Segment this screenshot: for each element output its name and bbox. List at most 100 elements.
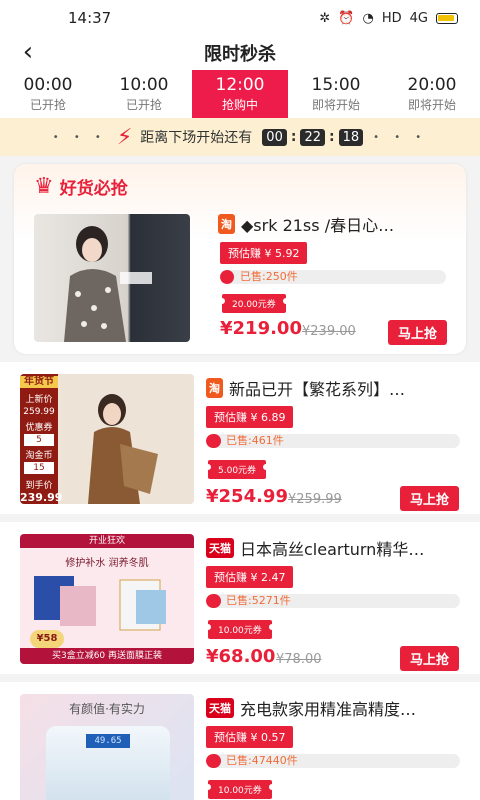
countdown-colon: : bbox=[329, 129, 335, 145]
slot-time: 00:00 bbox=[23, 75, 73, 95]
product-title[interactable]: 天猫 充电款家用精准高精度… bbox=[206, 696, 460, 720]
back-arrow-icon[interactable]: ‹ bbox=[16, 38, 40, 66]
buy-now-button[interactable]: 马上抢 bbox=[400, 646, 460, 671]
tab-slot-1000[interactable]: 10:00 已开抢 bbox=[96, 70, 192, 118]
slot-status: 即将开始 bbox=[407, 98, 456, 112]
nav-bar: ‹ 限时秒杀 bbox=[0, 36, 480, 70]
earn-badge: 预估赚 ¥ 6.89 bbox=[206, 406, 294, 428]
battery-icon bbox=[436, 12, 458, 24]
countdown-seconds: 18 bbox=[338, 128, 364, 146]
promo-price-strip: 年货节 上新价 259.99 优惠券 5 淘金币 15 到手价 239.99 bbox=[20, 374, 62, 504]
tab-slot-1200[interactable]: 12:00 抢购中 bbox=[192, 70, 288, 118]
promo-value: 259.99 bbox=[23, 407, 55, 417]
tmall-tag: 天猫 bbox=[206, 538, 234, 558]
product-image[interactable]: 开业狂欢 修护补水 润养冬肌 ¥58 买3盒立减60 再送面膜正装 bbox=[20, 534, 194, 664]
product-title[interactable]: 淘 ◆srk 21ss /春日心… bbox=[218, 212, 450, 236]
coupon-badge: 5.00元券 bbox=[204, 460, 270, 479]
product-card[interactable]: 年货节 上新价 259.99 优惠券 5 淘金币 15 到手价 239.99 淘… bbox=[0, 362, 480, 514]
product-price: ¥68.00 bbox=[206, 646, 276, 667]
scale-display: 49.65 bbox=[86, 734, 130, 748]
sold-progress-fill bbox=[220, 270, 234, 284]
slot-time: 12:00 bbox=[215, 75, 265, 95]
featured-title: 好货必抢 bbox=[59, 179, 128, 199]
coupon-badge: 10.00元券 bbox=[205, 620, 275, 639]
sold-progress-fill bbox=[206, 434, 222, 448]
earn-badge: 预估赚 ¥ 2.47 bbox=[206, 566, 294, 588]
original-price: ¥259.99 bbox=[288, 492, 342, 507]
slot-status: 已开抢 bbox=[125, 98, 162, 112]
buy-now-button[interactable]: 马上抢 bbox=[400, 486, 460, 511]
status-time: 14:37 bbox=[68, 9, 112, 27]
tab-slot-2000[interactable]: 20:00 即将开始 bbox=[384, 70, 480, 118]
product-title-text: ◆srk 21ss /春日心… bbox=[241, 216, 395, 235]
tab-slot-0000[interactable]: 00:00 已开抢 bbox=[0, 70, 96, 118]
sold-label: 已售:461件 bbox=[226, 434, 284, 447]
sold-progress-fill bbox=[206, 754, 222, 768]
coupon-badge: 20.00元券 bbox=[219, 294, 289, 313]
slot-status: 已开抢 bbox=[29, 98, 66, 112]
product-title[interactable]: 天猫 日本高丝clearturn精华… bbox=[206, 536, 460, 560]
alarm-icon: ⏰ bbox=[338, 10, 355, 26]
slot-time: 15:00 bbox=[311, 75, 361, 95]
woman-floral-dress-photo bbox=[64, 226, 152, 342]
product-price: ¥219.00 bbox=[220, 318, 302, 339]
page-title: 限时秒杀 bbox=[204, 44, 276, 65]
product-image[interactable]: 有颜值·有实力 49.65 bbox=[20, 694, 194, 800]
earn-badge: 预估赚 ¥ 5.92 bbox=[220, 242, 308, 264]
coupon-badge: 10.00元券 bbox=[205, 780, 275, 799]
promo-label: 优惠券 bbox=[25, 423, 53, 433]
product-price: ¥254.99 bbox=[206, 486, 288, 507]
product-image[interactable] bbox=[34, 214, 190, 342]
slot-time: 20:00 bbox=[407, 75, 457, 95]
product-card[interactable]: 有颜值·有实力 49.65 天猫 充电款家用精准高精度… 预估赚 ¥ 0.57 … bbox=[0, 682, 480, 800]
tmall-tag: 天猫 bbox=[206, 698, 234, 718]
product-title-text: 新品已开【繁花系列】… bbox=[229, 380, 406, 399]
countdown-minutes: 22 bbox=[300, 128, 325, 146]
promo-bottom-strip: 买3盒立减60 再送面膜正装 bbox=[20, 648, 194, 664]
promo-price-badge: ¥58 bbox=[30, 630, 64, 648]
product-image[interactable]: 年货节 上新价 259.99 优惠券 5 淘金币 15 到手价 239.99 bbox=[20, 374, 194, 504]
sold-progress: 已售:5271件 bbox=[206, 594, 460, 608]
countdown-hours: 00 bbox=[262, 128, 287, 146]
sold-progress-fill bbox=[206, 594, 222, 608]
promo-label: 淘金币 bbox=[25, 451, 53, 461]
sold-progress: 已售:461件 bbox=[206, 434, 460, 448]
taobao-tag: 淘 bbox=[206, 378, 223, 398]
lightning-icon: ⚡ bbox=[116, 124, 133, 150]
earn-badge: 预估赚 ¥ 0.57 bbox=[206, 726, 294, 748]
product-title-text: 日本高丝clearturn精华… bbox=[240, 540, 425, 559]
product-title-text: 充电款家用精准高精度… bbox=[240, 700, 417, 719]
sold-label: 已售:47440件 bbox=[226, 754, 298, 767]
featured-header: ♛ 好货必抢 bbox=[34, 174, 128, 199]
bluetooth-icon: ✲ bbox=[319, 10, 331, 26]
signal-icon: 4G bbox=[409, 10, 428, 26]
slot-status: 抢购中 bbox=[221, 98, 258, 112]
buy-now-button[interactable]: 马上抢 bbox=[388, 320, 448, 345]
time-slot-tabs: 00:00 已开抢 10:00 已开抢 12:00 抢购中 15:00 即将开始… bbox=[0, 70, 480, 118]
original-price: ¥239.00 bbox=[302, 324, 356, 339]
promo-line: 有颜值·有实力 bbox=[69, 702, 145, 716]
decor-dots: • • • bbox=[52, 131, 107, 143]
slot-time: 10:00 bbox=[119, 75, 169, 95]
status-icons: ✲ ⏰ ◔ HD 4G bbox=[319, 11, 458, 26]
sold-progress: 已售:250件 bbox=[220, 270, 446, 284]
slot-status: 即将开始 bbox=[311, 98, 360, 112]
sold-label: 已售:250件 bbox=[240, 270, 298, 283]
crown-icon: ♛ bbox=[34, 174, 54, 199]
countdown-colon: : bbox=[290, 129, 297, 145]
taobao-tag: 淘 bbox=[218, 214, 235, 234]
promo-label: 上新价 bbox=[25, 395, 53, 405]
decor-dots: • • • bbox=[373, 131, 428, 143]
featured-card[interactable]: ♛ 好货必抢 淘 ◆srk 21ss /春日心… 预估赚 ¥ 5.92 已售:2… bbox=[14, 164, 466, 354]
product-card[interactable]: 开业狂欢 修护补水 润养冬肌 ¥58 买3盒立减60 再送面膜正装 天猫 日本高… bbox=[0, 522, 480, 674]
countdown-bar: • • • ⚡ 距离下场开始还有 00 : 22 : 18 • • • bbox=[0, 118, 480, 156]
tab-slot-1500[interactable]: 15:00 即将开始 bbox=[288, 70, 384, 118]
sold-progress: 已售:47440件 bbox=[206, 754, 460, 768]
sold-label: 已售:5271件 bbox=[226, 594, 291, 607]
promo-top-label: 年货节 bbox=[20, 376, 58, 388]
countdown-label: 距离下场开始还有 bbox=[140, 130, 253, 146]
wifi-icon: ◔ bbox=[362, 10, 374, 26]
promo-value: 15 bbox=[24, 462, 54, 474]
product-title[interactable]: 淘 新品已开【繁花系列】… bbox=[206, 376, 460, 400]
promo-value: 5 bbox=[24, 434, 54, 446]
